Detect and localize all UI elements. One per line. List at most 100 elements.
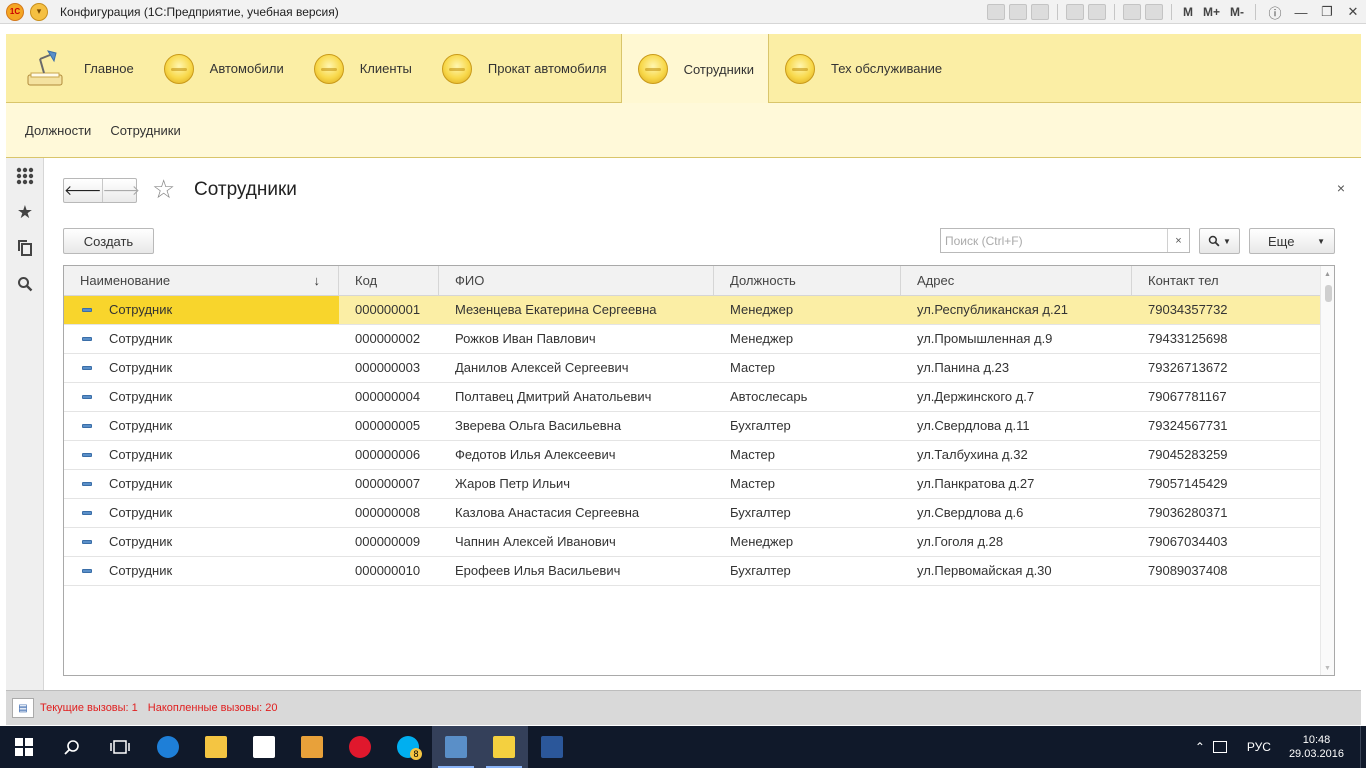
- section-cars[interactable]: Автомобили: [148, 34, 298, 103]
- file-explorer-icon[interactable]: [192, 726, 240, 768]
- clock[interactable]: 10:48 29.03.2016: [1289, 733, 1344, 761]
- performance-icon[interactable]: ▤: [12, 698, 34, 718]
- history-icon[interactable]: [6, 230, 44, 266]
- more-button[interactable]: Еще ▼: [1249, 228, 1335, 254]
- favorites-star-icon[interactable]: ★: [6, 194, 44, 230]
- opera-browser-icon[interactable]: [336, 726, 384, 768]
- cell-position: Менеджер: [730, 302, 794, 317]
- table-row[interactable]: Сотрудник 000000003 Данилов Алексей Сергее…: [64, 354, 1320, 383]
- section-icon: [637, 54, 668, 84]
- 1c-app-icon[interactable]: [480, 726, 528, 768]
- save-icon[interactable]: [986, 4, 1005, 20]
- table-row[interactable]: Сотрудник 000000002 Рожков Иван Павлович Ме…: [64, 325, 1320, 354]
- cell-fio: Федотов Илья Алексеевич: [455, 447, 616, 462]
- memory-minus-button[interactable]: M-: [1230, 5, 1244, 19]
- scroll-thumb[interactable]: [1325, 285, 1332, 302]
- show-desktop-button[interactable]: [1360, 726, 1366, 768]
- main-menu-button[interactable]: ▾: [30, 2, 48, 21]
- cell-name: Сотрудник: [64, 499, 339, 527]
- section-main[interactable]: Главное: [6, 34, 148, 103]
- column-header-phone[interactable]: Контакт тел: [1132, 266, 1320, 296]
- memory-plus-button[interactable]: M+: [1203, 5, 1220, 19]
- start-button[interactable]: [0, 726, 48, 768]
- navigation-panel: Должности Сотрудники: [6, 103, 1361, 158]
- sections-panel: Главное Автомобили Клиенты Прокат автомо…: [6, 34, 1361, 104]
- table-row[interactable]: Сотрудник 000000009 Чапнин Алексей Иванови…: [64, 528, 1320, 557]
- section-clients[interactable]: Клиенты: [298, 34, 426, 103]
- cell-address: ул.Свердлова д.6: [917, 505, 1024, 520]
- search-box: ×: [940, 228, 1190, 253]
- search-input[interactable]: [941, 229, 1167, 252]
- clear-search-icon[interactable]: ×: [1167, 229, 1189, 252]
- clock-date: 29.03.2016: [1288, 748, 1344, 760]
- table-row[interactable]: Сотрудник 000000010 Ерофеев Илья Васильеви…: [64, 557, 1320, 586]
- table-row[interactable]: Сотрудник 000000008 Казлова Анастасия Серг…: [64, 499, 1320, 528]
- calendar-icon[interactable]: [1144, 4, 1163, 20]
- cell-name: Сотрудник: [64, 441, 339, 469]
- task-view-icon[interactable]: [96, 726, 144, 768]
- column-header-position[interactable]: Должность: [714, 266, 901, 296]
- column-header-fio[interactable]: ФИО: [439, 266, 714, 296]
- find-button[interactable]: ▼: [1199, 228, 1240, 254]
- current-calls-text: Текущие вызовы: 1: [40, 702, 138, 714]
- minimize-button[interactable]: —: [1288, 5, 1314, 20]
- section-employees[interactable]: Сотрудники: [620, 34, 769, 104]
- section-icon: [441, 53, 472, 84]
- column-header-name[interactable]: Наименование ↓: [64, 266, 339, 296]
- close-window-button[interactable]: ✕: [1340, 4, 1366, 20]
- accumulated-calls-text: Накопленные вызовы: 20: [147, 702, 278, 714]
- presentation-app-icon[interactable]: [432, 726, 480, 768]
- store-icon[interactable]: [240, 726, 288, 768]
- desk-lamp-icon: [22, 49, 70, 89]
- search-taskbar-icon[interactable]: [48, 726, 96, 768]
- word-app-icon[interactable]: [528, 726, 576, 768]
- scroll-down-icon[interactable]: ▼: [1324, 665, 1331, 672]
- table-row[interactable]: Сотрудник 000000001 Мезенцева Екатерина Се…: [64, 296, 1320, 325]
- print-icon[interactable]: [1008, 4, 1027, 20]
- cell-address: ул.Держинского д.7: [917, 389, 1035, 404]
- catalog-item-icon: [82, 365, 92, 370]
- column-header-address[interactable]: Адрес: [901, 266, 1132, 296]
- search-icon[interactable]: [6, 266, 44, 302]
- table-header: Наименование ↓ Код ФИО Должность Адрес К…: [64, 266, 1320, 296]
- edge-browser-icon[interactable]: [144, 726, 192, 768]
- cell-name: Сотрудник: [64, 412, 339, 440]
- forward-arrow-icon[interactable]: 🡒: [103, 179, 141, 202]
- cell-fio: Рожков Иван Павлович: [455, 331, 596, 346]
- maximize-button[interactable]: ❐: [1314, 4, 1340, 20]
- vertical-scrollbar[interactable]: ▲ ▼: [1320, 266, 1334, 675]
- favorites-icon[interactable]: [1065, 4, 1084, 20]
- media-player-icon[interactable]: [288, 726, 336, 768]
- nav-link-employees[interactable]: Сотрудники: [110, 123, 180, 138]
- show-hidden-icons-icon[interactable]: ⌃: [1195, 740, 1205, 754]
- table-row[interactable]: Сотрудник 000000005 Зверева Ольга Васильев…: [64, 412, 1320, 441]
- calculator-icon[interactable]: [1122, 4, 1141, 20]
- table-row[interactable]: Сотрудник 000000007 Жаров Петр Ильич Мастер…: [64, 470, 1320, 499]
- memory-button[interactable]: M: [1183, 5, 1193, 19]
- cell-code: 000000003: [355, 360, 421, 375]
- section-label: Клиенты: [359, 61, 412, 76]
- column-header-code[interactable]: Код: [339, 266, 439, 296]
- close-form-icon[interactable]: ×: [1337, 180, 1345, 196]
- section-label: Сотрудники: [683, 61, 754, 77]
- nav-link-positions[interactable]: Должности: [25, 123, 91, 138]
- table-row[interactable]: Сотрудник 000000006 Федотов Илья Алексееви…: [64, 441, 1320, 470]
- back-arrow-icon[interactable]: 🡐: [64, 179, 103, 202]
- info-icon[interactable]: ⓘ: [1262, 3, 1288, 22]
- create-button[interactable]: Создать: [63, 228, 154, 254]
- language-indicator[interactable]: РУС: [1247, 740, 1271, 754]
- scroll-up-icon[interactable]: ▲: [1324, 271, 1331, 278]
- preview-icon[interactable]: [1030, 4, 1049, 20]
- cell-phone: 79034357732: [1148, 302, 1228, 317]
- history-icon[interactable]: [1087, 4, 1106, 20]
- cell-name: Сотрудник: [64, 470, 339, 498]
- cell-fio: Полтавец Дмитрий Анатольевич: [455, 389, 652, 404]
- section-maintenance[interactable]: Тех обслуживание: [769, 34, 956, 103]
- skype-icon[interactable]: 8: [384, 726, 432, 768]
- section-rental[interactable]: Прокат автомобиля: [426, 34, 621, 103]
- all-functions-icon[interactable]: [6, 158, 44, 194]
- cell-address: ул.Промышленная д.9: [917, 331, 1053, 346]
- message-icon[interactable]: [1212, 741, 1227, 753]
- favorite-star-icon[interactable]: ☆: [152, 174, 175, 205]
- table-row[interactable]: Сотрудник 000000004 Полтавец Дмитрий Анато…: [64, 383, 1320, 412]
